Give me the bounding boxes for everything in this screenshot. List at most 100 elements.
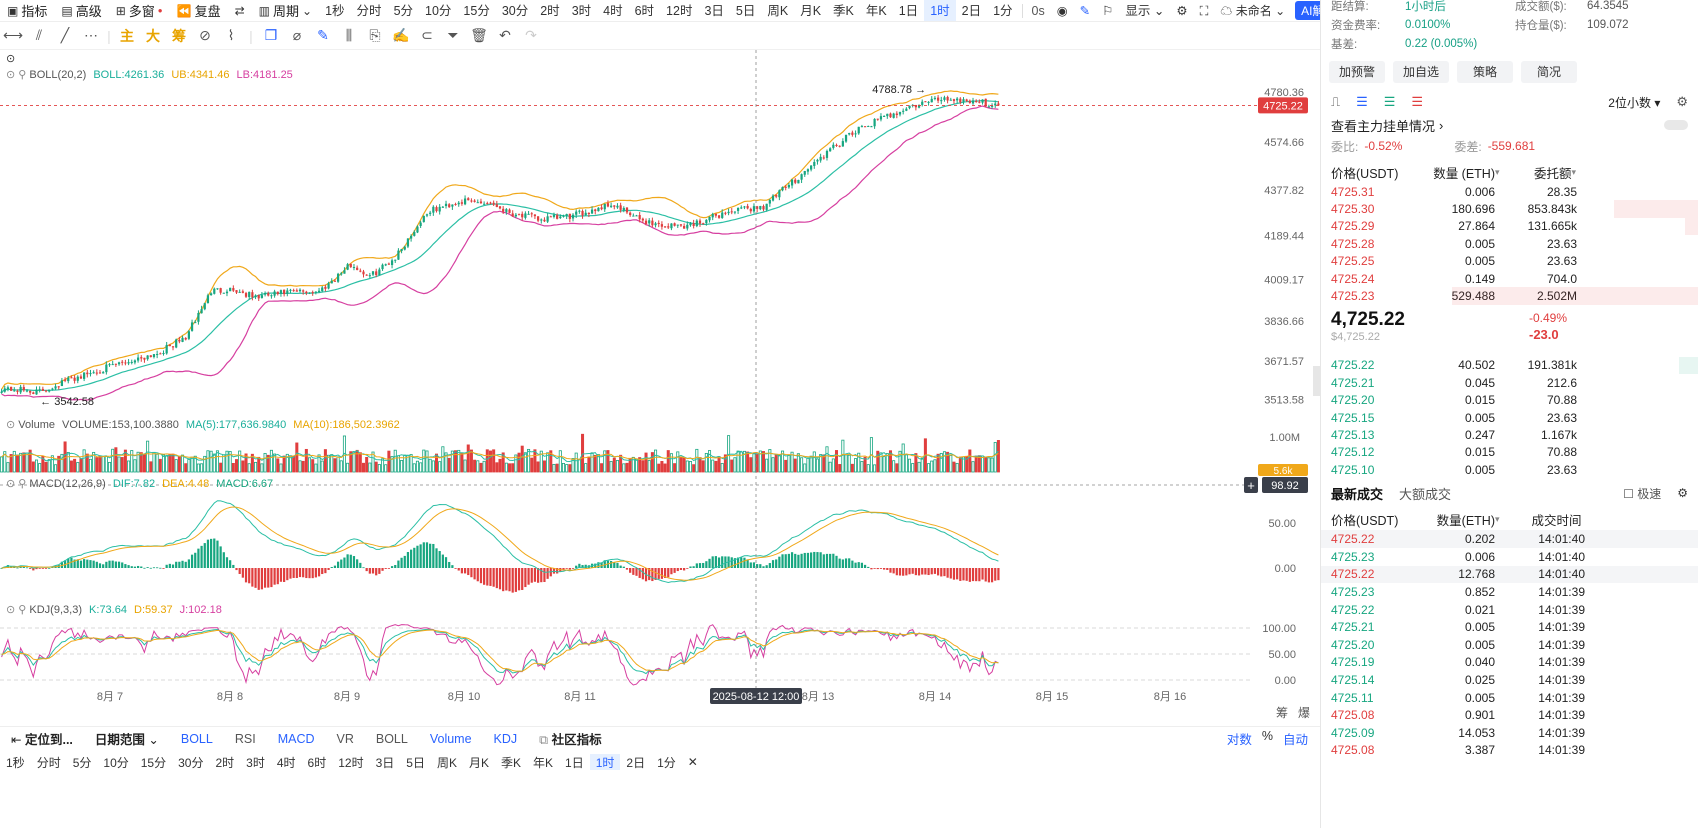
liquidation-toggle[interactable]: 爆 [1298, 704, 1310, 721]
period-option[interactable]: 4时 [271, 754, 302, 770]
eye-icon[interactable]: ⊙ [6, 419, 15, 431]
price-chart[interactable]: 4780.36 4574.66 4377.82 4189.44 4009.17 3836.… [0, 50, 1320, 726]
redo-icon[interactable]: ↷ [518, 27, 544, 44]
ruler-tool-icon[interactable]: ⌀ [284, 27, 310, 44]
period-option[interactable]: 15分 [135, 754, 172, 770]
tab-large-trades[interactable]: 大额成交 [1399, 484, 1451, 503]
add-watchlist-button[interactable]: 加自选 [1393, 61, 1449, 83]
percent-scale-toggle[interactable]: % [1262, 729, 1273, 748]
period-option[interactable]: 2日 [956, 0, 987, 21]
orderbook-bids-icon[interactable]: ☰ [1384, 94, 1396, 110]
camera-icon[interactable]: ◉ [1051, 0, 1074, 21]
tab-latest-trades[interactable]: 最新成交 [1331, 484, 1383, 503]
eye-icon[interactable]: ⊙ ⚲ [6, 69, 26, 81]
period-option[interactable]: 周K [431, 754, 463, 770]
log-scale-toggle[interactable]: 对数 [1227, 729, 1252, 748]
orderbook-row[interactable]: 4725.21 0.045 212.6 [1321, 374, 1698, 392]
period-option[interactable]: 1秒 [319, 0, 350, 21]
orderbook-both-icon[interactable]: ☰ [1356, 94, 1368, 110]
note-edit-icon[interactable]: ✍ [388, 27, 414, 44]
indicator-tab[interactable]: BOLL [365, 732, 419, 746]
period-option[interactable]: 1秒 [0, 754, 31, 770]
overview-button[interactable]: 简况 [1521, 61, 1577, 83]
period-option[interactable]: 3时 [566, 0, 597, 21]
period-option[interactable]: 10分 [419, 0, 457, 21]
book-icon[interactable]: ⎍ [1331, 94, 1340, 110]
settings-icon[interactable]: ⚙ [1676, 94, 1688, 110]
period-option[interactable]: 分时 [351, 0, 388, 21]
indicator-tab[interactable]: VR [326, 732, 365, 746]
period-dropdown[interactable]: ▥ 周期 ⌄ [252, 0, 319, 21]
orderbook-row[interactable]: 4725.28 0.005 23.63 [1321, 235, 1698, 252]
eye-icon[interactable]: ⊙ ⚲ [6, 478, 26, 490]
locate-button[interactable]: ⇤ 定位到... [0, 729, 84, 748]
period-option[interactable]: 5日 [400, 754, 431, 770]
magnet-icon[interactable]: ⊂ [414, 27, 440, 44]
indicator-tab[interactable]: KDJ [483, 732, 529, 746]
indicator-tab[interactable]: Volume [419, 732, 483, 746]
period-option[interactable]: 30分 [496, 0, 534, 21]
period-option[interactable]: 1日 [893, 0, 924, 21]
replay-button[interactable]: ⏪ 复盘 [170, 0, 228, 21]
period-option[interactable]: 5分 [67, 754, 98, 770]
period-option[interactable]: 1分 [987, 0, 1018, 21]
undo-icon[interactable]: ↶ [492, 27, 518, 44]
period-option[interactable]: 3时 [240, 754, 271, 770]
strategy-button[interactable]: 策略 [1457, 61, 1513, 83]
indicator-tab[interactable]: MACD [267, 732, 326, 746]
period-option[interactable]: 月K [463, 754, 495, 770]
display-button[interactable]: 显示 ⌄ [1119, 0, 1170, 21]
period-option[interactable]: 1日 [559, 754, 590, 770]
orderbook-row[interactable]: 4725.22 40.502 191.381k [1321, 356, 1698, 375]
period-option[interactable]: 1时 [924, 0, 956, 21]
period-option[interactable]: 5分 [388, 0, 419, 21]
chip-toggle[interactable]: 筹 [1276, 704, 1288, 721]
period-option[interactable]: 季K [495, 754, 527, 770]
main-force-chip[interactable]: 主 [114, 26, 140, 46]
channel-tool-icon[interactable]: ⫽ [26, 27, 52, 44]
close-icon[interactable]: ✕ [682, 755, 704, 769]
orderbook-row[interactable]: 4725.23 529.488 2.502M [1321, 287, 1698, 305]
period-option[interactable]: 2时 [209, 754, 240, 770]
brush-tool-icon[interactable]: ⌇ [218, 27, 244, 44]
big-order-chip[interactable]: 大 [140, 26, 166, 46]
compare-button[interactable]: ⇄ [228, 0, 252, 21]
period-option[interactable]: 年K [860, 0, 893, 21]
orderbook-row[interactable]: 4725.24 0.149 704.0 [1321, 269, 1698, 288]
add-alert-button[interactable]: 加预警 [1329, 61, 1385, 83]
period-option[interactable]: 周K [761, 0, 794, 21]
period-option[interactable]: 6时 [629, 0, 660, 21]
horizontal-line-tool-icon[interactable]: ⟷ [0, 27, 26, 44]
auto-scale-toggle[interactable]: 自动 [1283, 729, 1308, 748]
date-range-dropdown[interactable]: 日期范围 ⌄ [84, 729, 170, 748]
period-option[interactable]: 3日 [370, 754, 401, 770]
advanced-button[interactable]: ▤ 高级 [54, 0, 108, 21]
orderbook-row[interactable]: 4725.10 0.005 23.63 [1321, 461, 1698, 478]
fast-mode-checkbox[interactable]: ☐ 极速 [1623, 485, 1661, 502]
indicator-tab[interactable]: RSI [224, 732, 267, 746]
period-option[interactable]: 6时 [302, 754, 333, 770]
community-indicators-button[interactable]: ⧉ 社区指标 [528, 729, 612, 748]
trash-icon[interactable]: 🗑 [466, 27, 492, 44]
shape-tool-icon[interactable]: ⊘ [192, 27, 218, 44]
period-option[interactable]: 15分 [457, 0, 495, 21]
period-option[interactable]: 1分 [651, 754, 682, 770]
bar-pattern-icon[interactable]: ⫼ [336, 27, 362, 44]
more-tools-icon[interactable]: ⋯ [78, 27, 104, 44]
period-option[interactable]: 2日 [620, 754, 651, 770]
period-option[interactable]: 2时 [534, 0, 565, 21]
copy-tool-icon[interactable]: ❐ [258, 27, 284, 44]
fullscreen-icon[interactable]: ⛶ [1194, 0, 1215, 21]
period-option[interactable]: 3日 [698, 0, 729, 21]
collapse-icon[interactable]: ⊙ [6, 52, 15, 65]
orderbook-row[interactable]: 4725.29 27.864 131.665k [1321, 217, 1698, 236]
orderbook-row[interactable]: 4725.25 0.005 23.63 [1321, 253, 1698, 270]
draw-mode-icon[interactable]: ✎ [310, 27, 336, 44]
chip-distribution-chip[interactable]: 筹 [166, 26, 192, 46]
period-option[interactable]: 10分 [97, 754, 134, 770]
trend-line-tool-icon[interactable]: ╱ [52, 27, 78, 44]
main-orders-toggle[interactable] [1664, 120, 1688, 130]
settings-icon[interactable]: ⚙ [1677, 486, 1688, 500]
orderbook-row[interactable]: 4725.15 0.005 23.63 [1321, 409, 1698, 426]
orderbook-asks-icon[interactable]: ☰ [1411, 94, 1423, 110]
